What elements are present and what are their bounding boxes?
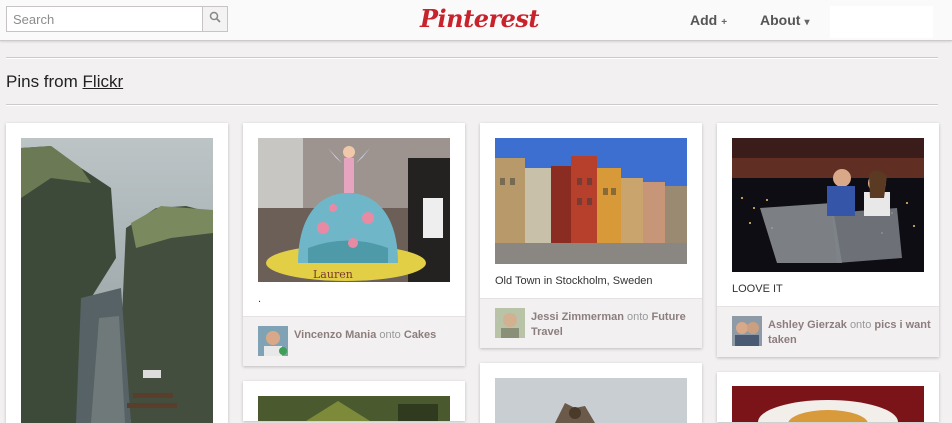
pinner-name[interactable]: Ashley Gierzak — [768, 319, 847, 331]
pin-card[interactable] — [243, 381, 465, 421]
pinner-name[interactable]: Vincenzo Mania — [294, 329, 376, 341]
pin-image[interactable] — [495, 138, 687, 264]
pin-description: Old Town in Stockholm, Sweden — [495, 275, 653, 287]
search-icon — [209, 10, 221, 28]
attribution-text: Ashley Gierzak onto pics i want taken — [768, 318, 931, 348]
pin-card[interactable] — [717, 372, 939, 422]
pin-card[interactable]: LOOVE IT Ashley Gierzak onto pics i want… — [717, 123, 939, 357]
add-menu[interactable]: Add + — [690, 12, 727, 28]
pin-description: . — [258, 293, 262, 305]
avatar[interactable] — [258, 326, 288, 356]
onto-text: onto — [379, 329, 401, 341]
search-input[interactable] — [6, 6, 202, 32]
onto-text: onto — [627, 311, 649, 323]
top-navigation-bar: Pinterest Add+ About▾ — [0, 0, 952, 41]
source-link[interactable]: Flickr — [83, 72, 124, 91]
search-box — [6, 6, 228, 32]
page-title: Pins from Flickr — [6, 72, 123, 92]
pinner-name[interactable]: Jessi Zimmerman — [531, 311, 624, 323]
pin-image[interactable]: Lauren — [258, 138, 450, 282]
board-name[interactable]: Cakes — [404, 329, 436, 341]
attribution-text: Jessi Zimmerman onto Future Travel — [531, 310, 694, 340]
pin-attribution: Jessi Zimmerman onto Future Travel — [480, 298, 702, 348]
pin-attribution: Vincenzo Mania onto Cakes — [243, 316, 465, 366]
divider — [6, 104, 938, 106]
pin-description: LOOVE IT — [732, 283, 783, 295]
user-menu-box[interactable] — [830, 6, 933, 38]
svg-text:Lauren: Lauren — [313, 268, 353, 281]
pin-image[interactable] — [732, 138, 924, 272]
divider — [6, 57, 938, 59]
attribution-text: Vincenzo Mania onto Cakes — [294, 328, 457, 343]
page-title-prefix: Pins from — [6, 72, 78, 91]
add-label: Add — [690, 12, 718, 28]
avatar[interactable] — [732, 316, 762, 346]
pin-card[interactable]: Lauren . Vincenzo Mania onto Cakes — [243, 123, 465, 366]
about-label: About — [760, 12, 801, 28]
pin-card[interactable] — [480, 363, 702, 423]
pin-image[interactable] — [258, 396, 450, 421]
pin-card[interactable]: Old Town in Stockholm, Sweden Jessi Zimm… — [480, 123, 702, 348]
avatar[interactable] — [495, 308, 525, 338]
pin-image[interactable] — [495, 378, 687, 423]
plus-icon: + — [721, 17, 728, 28]
pinterest-logo[interactable]: Pinterest — [420, 4, 539, 34]
chevron-down-icon: ▾ — [804, 17, 810, 28]
pin-attribution: Ashley Gierzak onto pics i want taken — [717, 306, 939, 357]
pin-card[interactable] — [6, 123, 228, 423]
about-menu[interactable]: About ▾ — [760, 12, 809, 28]
onto-text: onto — [849, 319, 872, 331]
pin-image[interactable] — [21, 138, 213, 423]
search-button[interactable] — [202, 6, 228, 32]
pin-image[interactable] — [732, 386, 924, 422]
